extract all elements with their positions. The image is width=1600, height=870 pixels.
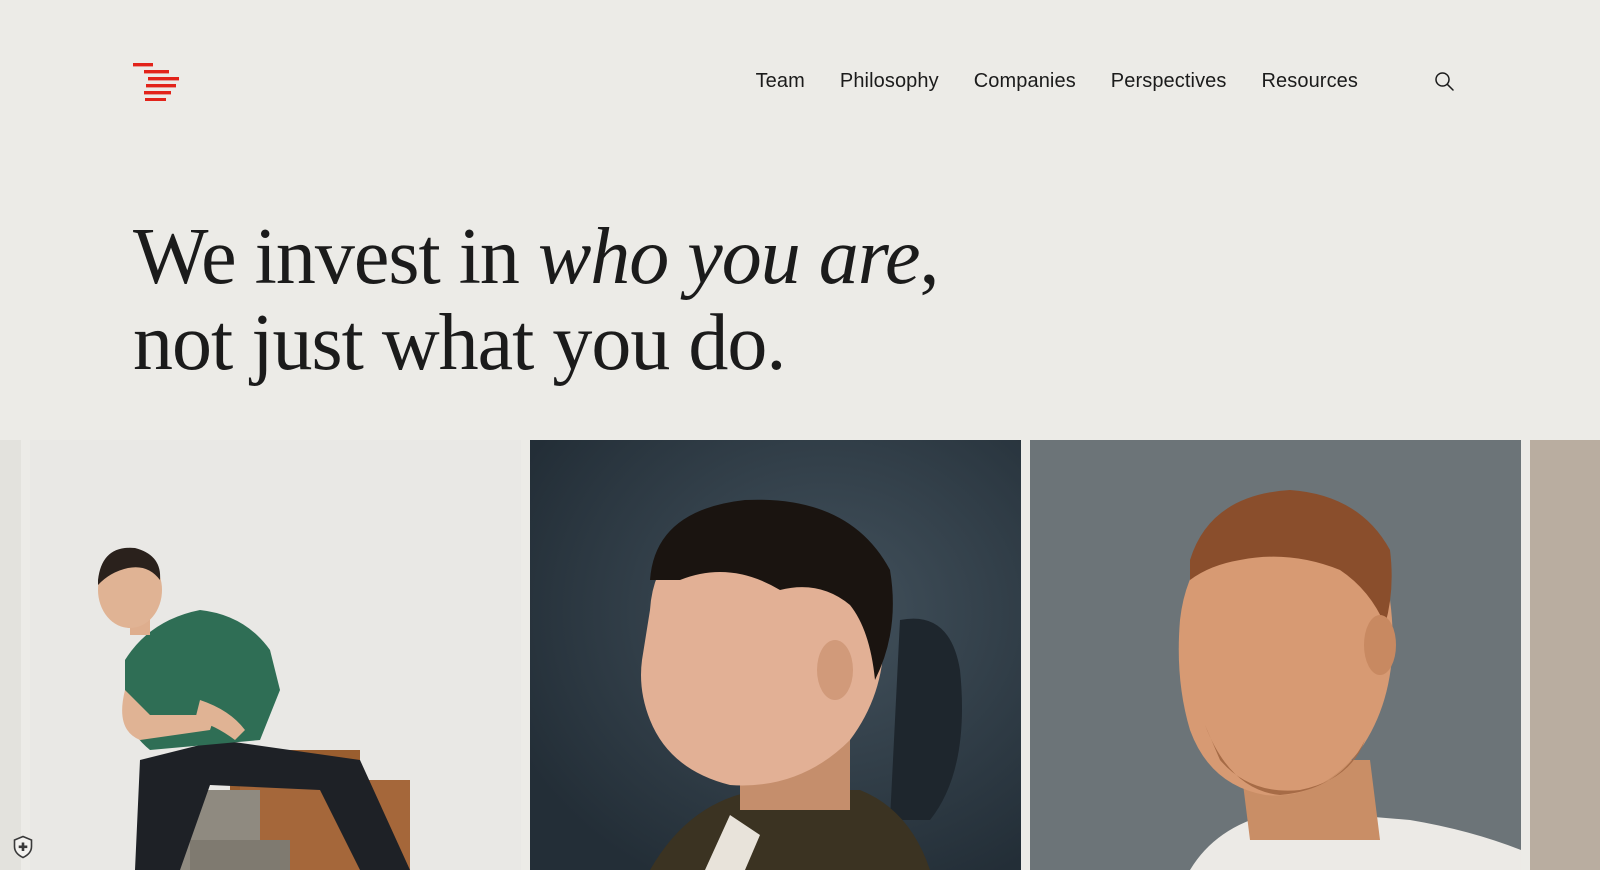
nav-item-philosophy[interactable]: Philosophy (840, 70, 939, 92)
nav-item-team[interactable]: Team (756, 70, 805, 92)
portrait-photo-man-green-shirt-sitting-icon (30, 440, 521, 870)
gallery-partial-card-left (0, 440, 21, 870)
nav-item-perspectives[interactable]: Perspectives (1111, 70, 1227, 92)
hero-line-1-prefix: We invest in (133, 213, 538, 301)
portrait-card-1[interactable] (30, 440, 521, 870)
portrait-gallery (0, 440, 1600, 870)
shield-icon (13, 835, 33, 859)
search-icon (1435, 72, 1454, 91)
logo-home-link[interactable] (133, 63, 179, 102)
hero-headline: We invest in who you are, not just what … (133, 213, 939, 387)
privacy-settings-button[interactable] (12, 835, 34, 859)
portrait-photo-man-looking-up-icon (1030, 440, 1521, 870)
hero-line-1-suffix: , (919, 213, 939, 301)
portrait-photo-young-man-profile-icon (530, 440, 1021, 870)
stacked-lines-logo-icon (133, 63, 179, 102)
portrait-photo-partial-icon (1530, 440, 1600, 870)
nav-list: Team Philosophy Companies Perspectives R… (756, 66, 1358, 96)
portrait-card-2[interactable] (530, 440, 1021, 870)
hero-line-1: We invest in who you are, (133, 213, 939, 301)
nav-item-resources[interactable]: Resources (1262, 70, 1359, 92)
portrait-card-3[interactable] (1030, 440, 1521, 870)
portrait-card-4[interactable] (1530, 440, 1600, 870)
hero-line-2: not just what you do. (133, 299, 786, 387)
site-header: Team Philosophy Companies Perspectives R… (0, 0, 1600, 160)
hero-emphasis: who you are (537, 213, 921, 301)
nav-item-companies[interactable]: Companies (974, 70, 1076, 92)
search-button[interactable] (1432, 68, 1456, 94)
